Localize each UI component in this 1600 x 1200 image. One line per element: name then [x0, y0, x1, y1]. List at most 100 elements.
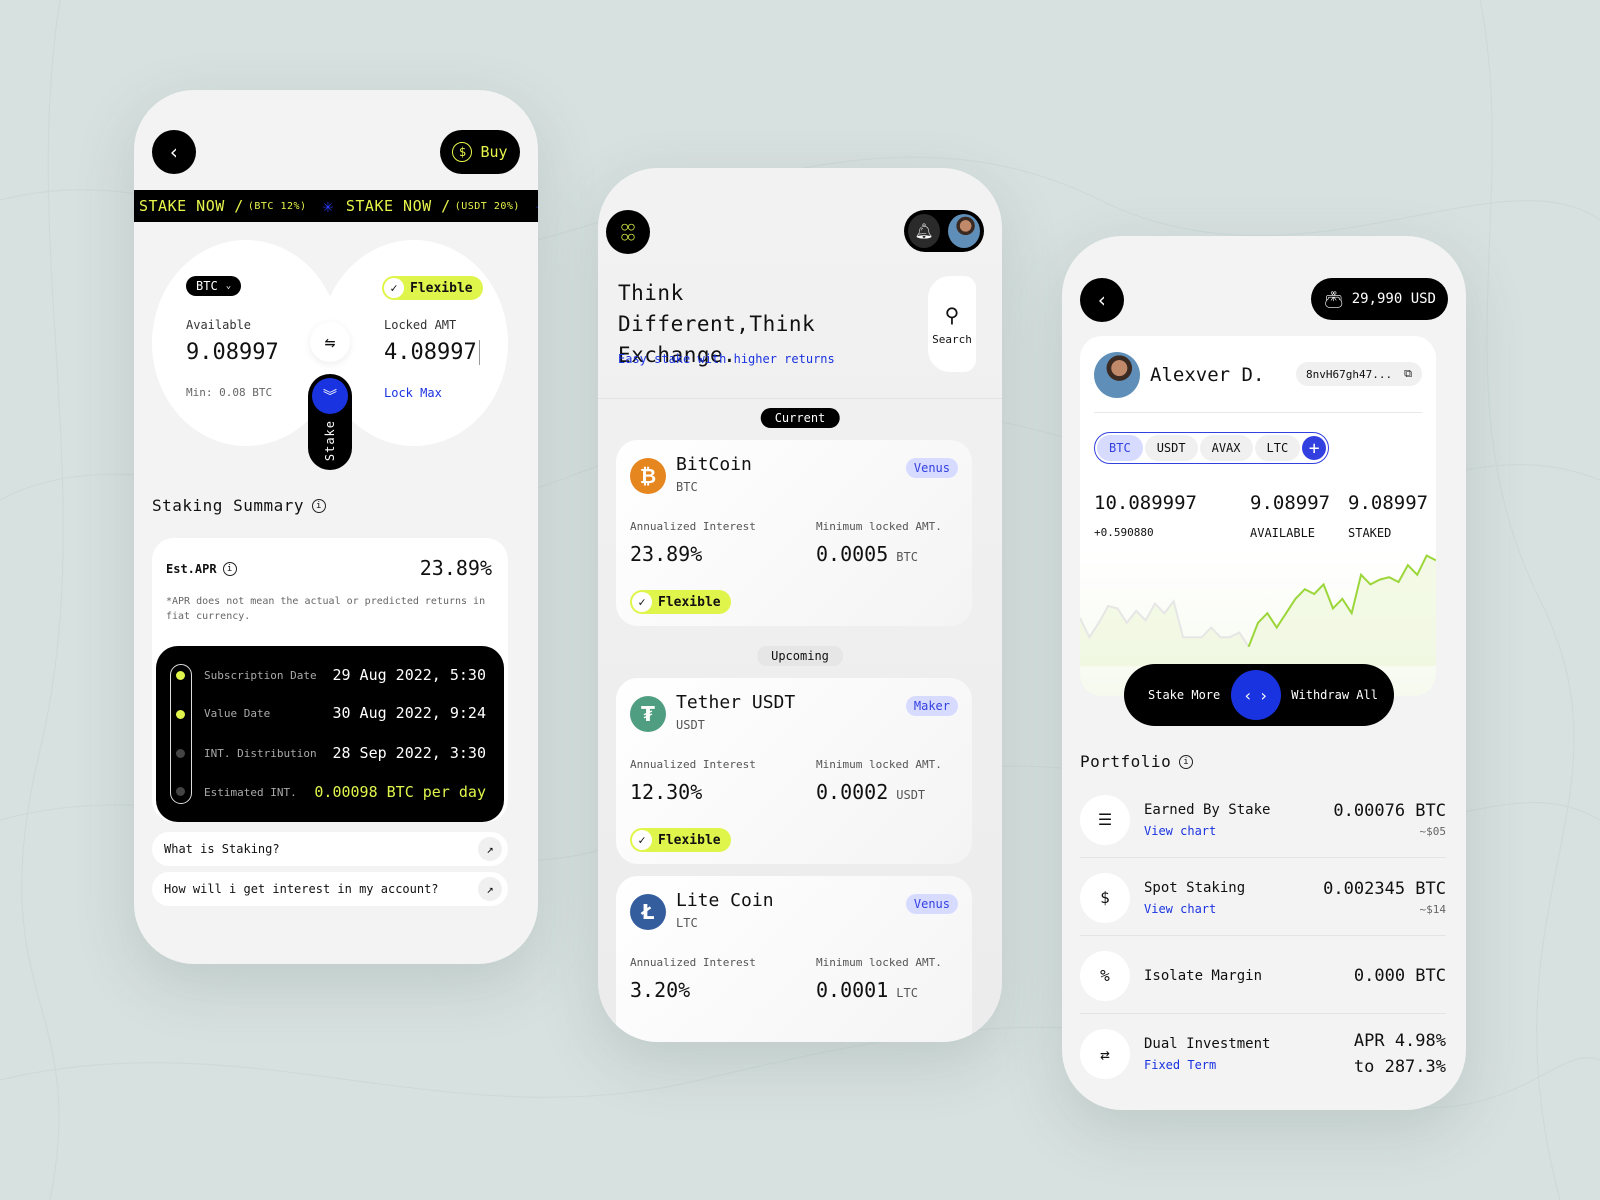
fixed-term-link[interactable]: Fixed Term	[1144, 1058, 1354, 1072]
swap-arrows-icon: ⇋	[324, 331, 336, 353]
stake-more-button[interactable]: Stake More	[1148, 688, 1220, 702]
wallet-icon: 👛︎	[1323, 289, 1344, 309]
min-label: Min: 0.08 BTC	[186, 386, 273, 399]
user-avatar[interactable]	[948, 214, 980, 248]
explore-screen: ○○ ○○ 🔔︎ Think Different,Think Exchange. …	[598, 168, 1002, 1042]
portfolio-row[interactable]: % Isolate Margin 0.000 BTC	[1080, 938, 1446, 1014]
profile-card: Alexver D. 8nvH67gh47... ⧉ BTC USDT AVAX …	[1080, 336, 1436, 696]
litecoin-icon: Ł	[630, 894, 666, 930]
stake-screen: ‹ $ Buy STAKE NOW / (BTC 12%) ✳ STAKE NOW …	[134, 90, 538, 964]
back-button[interactable]: ‹	[1080, 278, 1124, 322]
available-value: 9.08997	[186, 340, 279, 365]
timeline-card: Subscription Date 29 Aug 2022, 5:30 Value…	[156, 646, 504, 822]
available-value: 9.08997	[1250, 492, 1331, 514]
search-icon: ⚲	[944, 302, 960, 327]
wallet-balance[interactable]: 👛︎ 29,990 USD	[1311, 278, 1448, 320]
subtitle: Easy stake with higher returns	[618, 352, 835, 366]
bell-button[interactable]: 🔔︎	[908, 214, 940, 248]
apr-value: 23.89%	[419, 556, 492, 580]
coin-card-ltc[interactable]: Ł Lite Coin LTC Venus Annualized Interes…	[616, 876, 972, 1042]
locked-amount-input[interactable]: 4.08997	[384, 340, 480, 365]
buy-button[interactable]: $ Buy	[440, 130, 520, 174]
double-chevron-down-icon: ︾	[312, 378, 348, 414]
section-current: Current	[760, 408, 840, 428]
back-button[interactable]: ‹	[152, 130, 196, 174]
exchange-icon: ⇄	[1080, 1029, 1130, 1079]
stake-slider[interactable]: ︾ Stake	[308, 374, 352, 470]
tab-avax[interactable]: AVAX	[1199, 435, 1253, 461]
slide-handle[interactable]: ‹ ›	[1230, 670, 1281, 720]
check-icon: ✓	[632, 592, 652, 612]
timeline-row: Value Date 30 Aug 2022, 9:24	[204, 704, 486, 722]
balance-change: +0.590880	[1094, 526, 1154, 539]
timeline-track	[170, 664, 192, 804]
grid-dots-icon: ○○ ○○	[621, 220, 635, 243]
flexible-toggle[interactable]: ✓ Flexible	[382, 276, 483, 300]
staked-value: 9.08997	[1348, 492, 1429, 514]
chevron-left-icon: ‹	[1243, 685, 1253, 705]
bitcoin-icon: ₿	[630, 458, 666, 494]
wallet-address[interactable]: 8nvH67gh47... ⧉	[1296, 362, 1422, 386]
stake-action-bar: Stake More ‹ › Withdraw All	[1124, 664, 1394, 726]
info-icon[interactable]: i	[312, 498, 326, 513]
portfolio-row[interactable]: ☰ Earned By Stake View chart 0.00076 BTC ~…	[1080, 782, 1446, 858]
asterisk-icon: ✳	[322, 195, 334, 217]
flexible-badge: ✓ Flexible	[630, 590, 731, 614]
check-icon: ✓	[632, 830, 652, 850]
chevron-right-icon: ›	[1258, 685, 1269, 705]
currency-select[interactable]: BTC ⌄	[186, 276, 242, 296]
copy-icon[interactable]: ⧉	[1404, 367, 1412, 381]
chevron-left-icon: ‹	[167, 140, 181, 164]
swap-button[interactable]: ⇋	[310, 322, 350, 362]
portfolio-title: Portfolio i	[1080, 752, 1194, 771]
coins-stack-icon: ☰	[1080, 794, 1130, 845]
info-icon[interactable]: i	[1179, 754, 1194, 769]
balance-chart	[1080, 554, 1436, 666]
coin-card-btc[interactable]: ₿ BitCoin BTC Venus Annualized Interest …	[616, 440, 972, 626]
tether-icon: ₮	[630, 696, 666, 732]
add-coin-button[interactable]: +	[1302, 436, 1327, 460]
portfolio-row[interactable]: ⇄ Dual Investment Fixed Term APR 4.98% to …	[1080, 1016, 1446, 1092]
withdraw-all-button[interactable]: Withdraw All	[1291, 688, 1378, 702]
arrow-up-right-icon: ↗	[478, 877, 502, 901]
dollar-coin-icon: $	[1080, 872, 1130, 923]
chevron-left-icon: ‹	[1095, 288, 1109, 312]
locked-label: Locked AMT	[384, 318, 457, 332]
summary-card: Est.APR i 23.89% *APR does not mean the a…	[152, 538, 508, 822]
portfolio-row[interactable]: $ Spot Staking View chart 0.002345 BTC ~$1…	[1080, 860, 1446, 936]
portfolio-screen: ‹ 👛︎ 29,990 USD Alexver D. 8nvH67gh47... ⧉…	[1062, 236, 1466, 1110]
section-upcoming: Upcoming	[757, 646, 843, 666]
timeline-row: Estimated INT. 0.00098 BTC per day	[204, 783, 486, 801]
asterisk-icon: ✳	[536, 196, 538, 217]
lock-max-link[interactable]: Lock Max	[384, 386, 442, 400]
timeline-row: INT. Distribution 28 Sep 2022, 3:30	[204, 744, 486, 762]
chevron-down-icon: ⌄	[225, 281, 232, 291]
platform-badge: Venus	[905, 894, 958, 914]
coin-tabs: BTC USDT AVAX LTC +	[1094, 432, 1330, 464]
arrow-up-right-icon: ↗	[478, 837, 502, 861]
header-actions: 🔔︎	[904, 210, 984, 252]
faq-item[interactable]: What is Staking? ↗	[152, 832, 508, 866]
tab-usdt[interactable]: USDT	[1144, 435, 1198, 461]
platform-badge: Venus	[905, 458, 958, 478]
apr-note: *APR does not mean the actual or predict…	[166, 596, 486, 622]
check-icon: ✓	[384, 278, 404, 298]
tab-btc[interactable]: BTC	[1097, 435, 1143, 461]
percent-icon: %	[1080, 950, 1130, 1001]
menu-button[interactable]: ○○ ○○	[606, 210, 650, 254]
view-chart-link[interactable]: View chart	[1144, 824, 1333, 838]
user-name: Alexver D.	[1150, 364, 1265, 386]
view-chart-link[interactable]: View chart	[1144, 902, 1323, 916]
flexible-badge: ✓ Flexible	[630, 828, 731, 852]
faq-item[interactable]: How will i get interest in my account? ↗	[152, 872, 508, 906]
info-icon[interactable]: i	[222, 562, 237, 576]
available-label: AVAILABLE	[1250, 526, 1316, 540]
tab-ltc[interactable]: LTC	[1254, 435, 1301, 461]
user-avatar[interactable]	[1094, 352, 1140, 398]
timeline-row: Subscription Date 29 Aug 2022, 5:30	[204, 666, 486, 684]
dollar-icon: $	[452, 142, 473, 162]
chart-area	[1080, 555, 1436, 666]
search-button[interactable]: ⚲ Search	[928, 276, 976, 372]
coin-card-usdt[interactable]: ₮ Tether USDT USDT Maker Annualized Inte…	[616, 678, 972, 864]
total-balance: 10.089997	[1094, 492, 1197, 514]
